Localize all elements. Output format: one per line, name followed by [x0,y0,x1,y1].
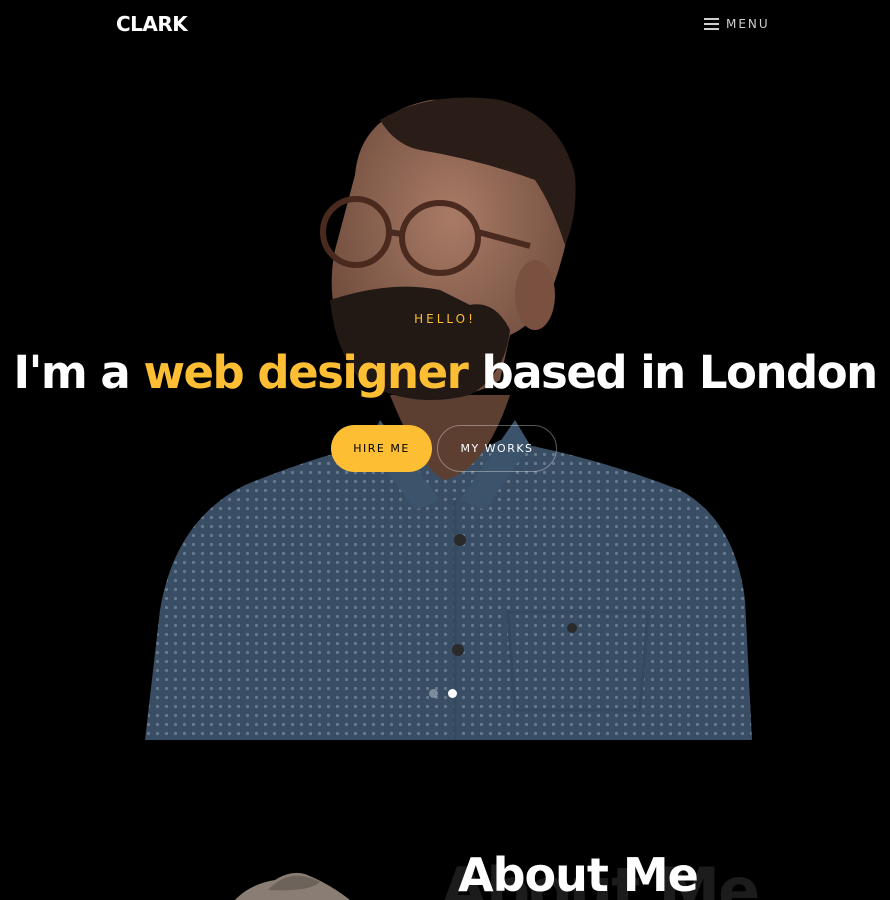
headline-accent: web designer [143,346,468,399]
about-title: About Me [458,848,699,900]
menu-label: MENU [726,17,770,31]
menu-button[interactable]: MENU [704,17,770,31]
about-portrait-image [235,872,350,900]
hero-headline: I'm a web designer based in London [0,346,890,399]
site-logo[interactable]: CLARK [116,12,188,36]
headline-start: I'm a [13,346,144,399]
slide-dot-1[interactable] [429,689,438,698]
hire-me-button[interactable]: HIRE ME [331,425,432,472]
hero-greeting: HELLO! [414,312,476,326]
hamburger-icon [704,18,719,30]
slide-dot-2[interactable] [448,689,457,698]
page: CLARK MENU HELLO! I'm a web designer bas… [0,0,890,900]
slider-dots [429,689,457,698]
my-works-button[interactable]: MY WORKS [437,425,557,472]
headline-end: based in London [467,346,878,399]
